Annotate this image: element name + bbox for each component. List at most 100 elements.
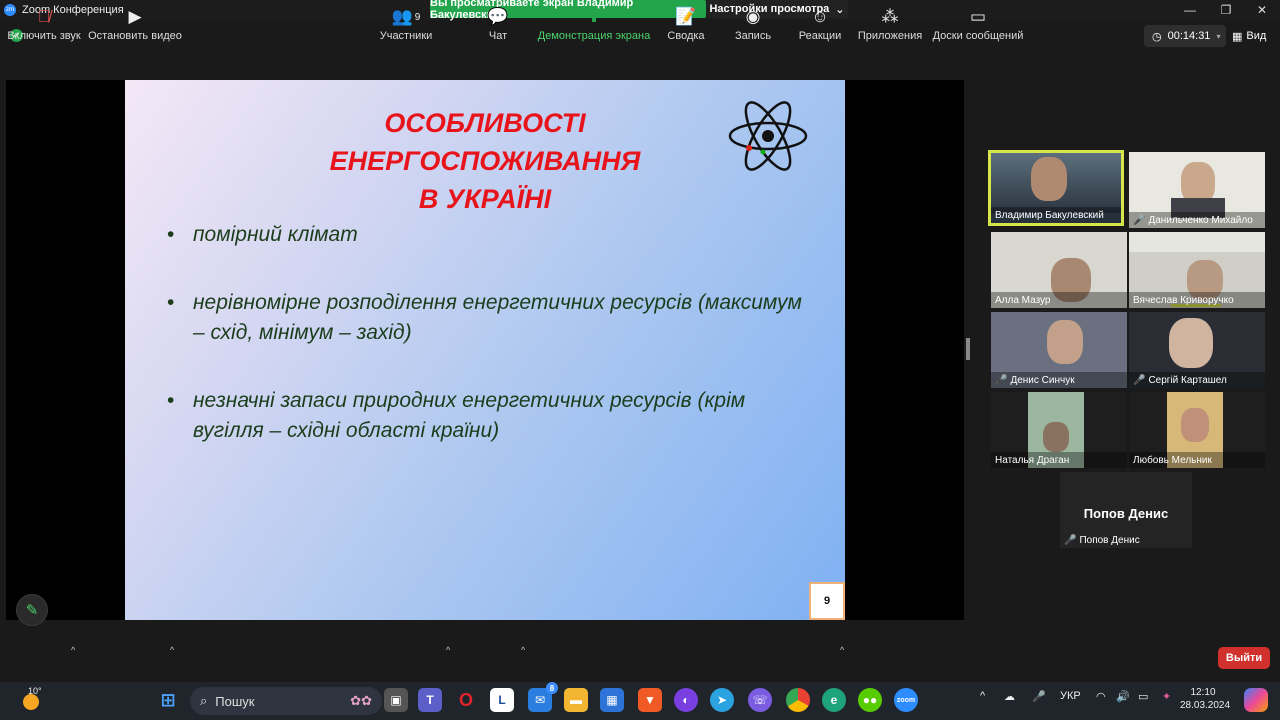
duolingo-icon[interactable]: ●●: [858, 688, 882, 712]
record-label: Запись: [734, 30, 772, 42]
copilot-app-icon[interactable]: [1244, 688, 1268, 712]
atom-icon: [728, 101, 808, 171]
chevron-up-icon[interactable]: ^: [170, 645, 174, 655]
restore-icon[interactable]: ❐: [1208, 0, 1244, 20]
copilot-icon[interactable]: ✦: [1162, 690, 1171, 703]
task-view-icon[interactable]: ▣: [384, 688, 408, 712]
mail-icon[interactable]: ✉ 8: [528, 682, 558, 712]
participant-tile[interactable]: 🎤 Денис Синчук: [991, 312, 1127, 388]
sun-icon: [23, 694, 39, 710]
slide-bullet-list: • помірний клімат • нерівномірне розподі…: [167, 220, 807, 446]
participant-video: [1047, 320, 1083, 364]
mic-muted-icon: 🎤: [1064, 534, 1077, 546]
opera-icon[interactable]: O: [454, 688, 478, 712]
record-icon: ◉: [745, 7, 761, 26]
volume-icon[interactable]: 🔊: [1116, 690, 1130, 703]
bullet-text: нерівномірне розподілення енергетичних р…: [193, 291, 802, 344]
participant-video: [1169, 318, 1213, 368]
participant-name: Любовь Мельник: [1129, 452, 1265, 468]
cloud-icon[interactable]: ☁: [1004, 690, 1015, 703]
wifi-icon[interactable]: ◠: [1096, 690, 1106, 703]
chrome-icon[interactable]: [786, 688, 810, 712]
bullet-text: незначні запаси природних енергетичних р…: [193, 389, 746, 442]
view-button[interactable]: ▦ Вид: [1232, 25, 1276, 47]
slide-title-line: В УКРАЇНІ: [418, 184, 552, 214]
apps-label: Приложения: [857, 30, 923, 42]
battery-icon[interactable]: ▭: [1138, 690, 1148, 703]
participant-video: [1181, 408, 1209, 442]
participant-tile[interactable]: Алла Мазур: [991, 232, 1127, 308]
chevron-up-icon[interactable]: ^: [980, 690, 985, 702]
annotate-pen-icon[interactable]: ✎: [16, 594, 48, 626]
participant-name: Вячеслав Криворучко: [1129, 292, 1265, 308]
firefox-icon[interactable]: ◐: [674, 688, 698, 712]
share-screen-label: Демонстрация экрана: [537, 30, 651, 42]
chat-icon: 💬: [487, 7, 509, 26]
whiteboards-label: Доски сообщений: [932, 30, 1024, 42]
participant-tile[interactable]: Вячеслав Криворучко: [1129, 232, 1265, 308]
summary-label: Сводка: [667, 30, 705, 42]
participant-tile[interactable]: Любовь Мельник: [1129, 392, 1265, 468]
leave-meeting-button[interactable]: Выйти: [1218, 647, 1270, 669]
close-icon[interactable]: ✕: [1244, 0, 1280, 20]
grid-icon: ▦: [1232, 30, 1243, 43]
apps-button[interactable]: ⁂ Приложения: [858, 4, 922, 52]
clock-time: 12:10: [1190, 687, 1216, 698]
slide-bullet: • помірний клімат: [167, 220, 807, 250]
windows-start-icon[interactable]: ⊞: [156, 688, 180, 712]
viber-icon[interactable]: ☏: [748, 688, 772, 712]
participant-tile[interactable]: Наталья Драган: [991, 392, 1127, 468]
edge-icon[interactable]: e: [822, 688, 846, 712]
whiteboards-button[interactable]: ▭ Доски сообщений: [932, 4, 1024, 52]
brave-icon[interactable]: ▼: [638, 688, 662, 712]
participant-tile[interactable]: Владимир Бакулевский: [988, 150, 1124, 226]
participant-name: Алла Мазур: [991, 292, 1127, 308]
participants-label: Участники: [379, 30, 433, 42]
participant-name: Наталья Драган: [991, 452, 1127, 468]
participant-video: [1031, 157, 1067, 201]
participant-tile[interactable]: Попов Денис 🎤 Попов Денис: [1060, 472, 1192, 548]
timer-value: 00:14:31: [1167, 30, 1211, 42]
weather-temperature: 10°: [28, 686, 42, 696]
app-l-icon[interactable]: L: [490, 688, 514, 712]
summary-button[interactable]: 📝 Сводка: [666, 4, 706, 52]
chevron-up-icon[interactable]: ^: [521, 645, 525, 655]
video-camera-icon: ▶: [128, 7, 142, 26]
participant-tile[interactable]: 🎤 Данильченко Михайло: [1129, 152, 1265, 228]
slide-bullet: • нерівномірне розподілення енергетичних…: [167, 288, 807, 348]
chevron-up-icon[interactable]: ^: [840, 645, 844, 655]
bullet-marker: •: [167, 389, 175, 412]
record-button[interactable]: ◉ Запись: [734, 4, 772, 52]
chevron-up-icon[interactable]: ^: [446, 645, 450, 655]
clock-icon: ◷: [1152, 30, 1162, 43]
participant-tile[interactable]: 🎤 Сергій Карташел: [1129, 312, 1265, 388]
zoom-taskbar-icon[interactable]: zoom: [894, 688, 918, 712]
mic-muted-icon: 🎤: [1133, 214, 1146, 226]
participant-video: [1043, 422, 1069, 452]
participants-button[interactable]: 👥 9 Участники: [379, 4, 433, 52]
bullet-text: помірний клімат: [193, 223, 358, 246]
unmute-label: Включить звук: [7, 30, 81, 42]
chat-button[interactable]: 💬 Чат: [480, 4, 516, 52]
participant-name: Владимир Бакулевский: [991, 207, 1121, 223]
store-icon[interactable]: ▦: [600, 688, 624, 712]
teams-icon[interactable]: T: [418, 688, 442, 712]
microphone-icon[interactable]: 🎤: [1032, 690, 1046, 703]
share-screen-button[interactable]: ⬆ Демонстрация экрана: [537, 4, 651, 52]
file-explorer-icon[interactable]: ▬: [564, 688, 588, 712]
chevron-up-icon[interactable]: ^: [71, 645, 75, 655]
minimize-icon[interactable]: —: [1172, 0, 1208, 20]
stop-video-button[interactable]: ▶ Остановить видео: [88, 4, 182, 52]
whiteboard-icon: ▭: [969, 7, 987, 26]
view-button-label: Вид: [1246, 30, 1267, 42]
language-indicator[interactable]: УКР: [1060, 690, 1081, 702]
panel-resize-handle[interactable]: [966, 338, 970, 360]
reactions-button[interactable]: ☺ Реакции: [798, 4, 842, 52]
telegram-icon[interactable]: ➤: [710, 688, 734, 712]
taskbar-clock[interactable]: 12:10 28.03.2024: [1180, 686, 1230, 712]
taskbar-search[interactable]: ⌕ Пошук ✿✿: [190, 687, 382, 715]
unmute-button[interactable]: 🎙̸ Включить звук: [7, 4, 81, 52]
stop-video-label: Остановить видео: [88, 30, 182, 42]
meeting-timer[interactable]: ◷ 00:14:31 ▾: [1144, 25, 1226, 47]
mic-muted-icon: 🎤: [995, 374, 1008, 386]
